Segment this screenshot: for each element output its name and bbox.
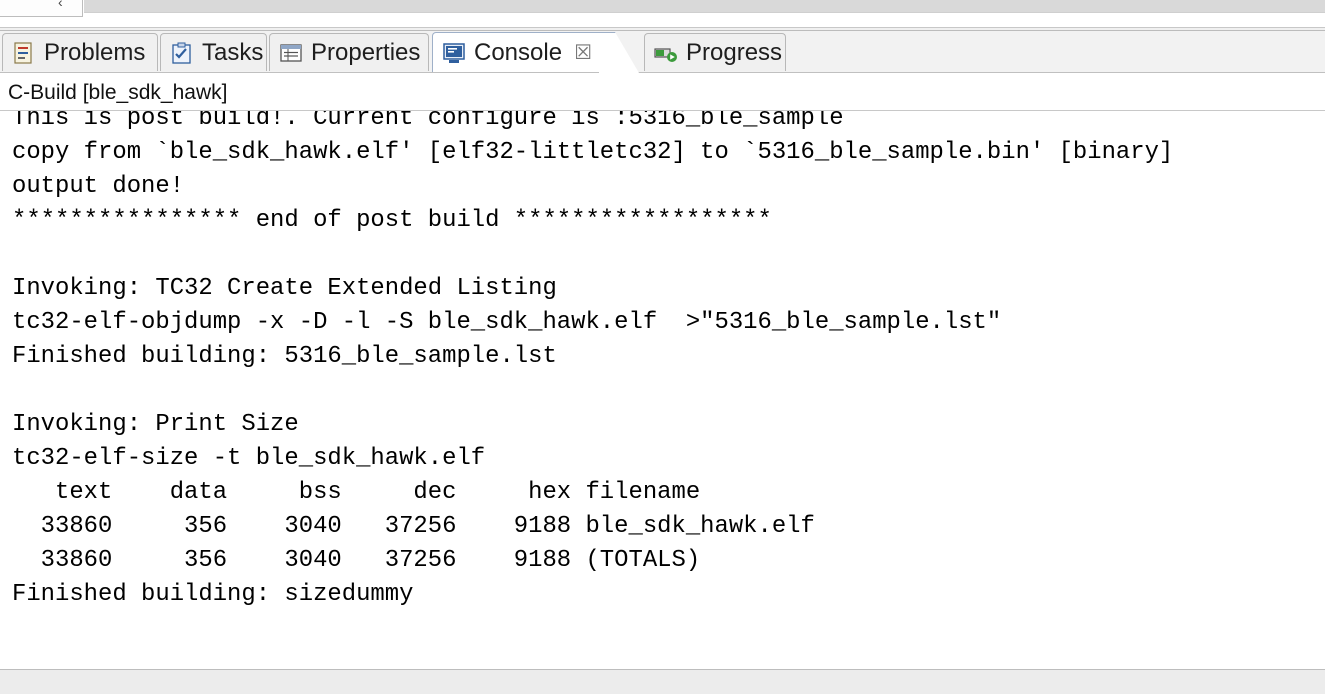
progress-icon	[653, 40, 679, 66]
console-line: This is post build!. Current configure i…	[12, 110, 844, 132]
console-line: 33860 356 3040 37256 9188 ble_sdk_hawk.e…	[12, 513, 815, 540]
console-line: **************** end of post build *****…	[12, 207, 772, 234]
console-line: Finished building: sizedummy	[12, 581, 414, 608]
console-text: This is post build!. Current configure i…	[12, 110, 1174, 612]
tab-bar-divider	[0, 72, 1325, 73]
tab-progress[interactable]: Progress	[644, 33, 786, 71]
properties-icon	[278, 40, 304, 66]
console-icon	[441, 40, 467, 66]
console-line: tc32-elf-size -t ble_sdk_hawk.elf	[12, 445, 486, 472]
tab-label: Properties	[311, 38, 421, 66]
console-line: output done!	[12, 173, 185, 200]
tab-label: Problems	[44, 38, 146, 66]
console-line: Invoking: Print Size	[12, 411, 299, 438]
console-line: text data bss dec hex filename	[12, 479, 701, 506]
tab-tasks[interactable]: Tasks	[160, 33, 267, 71]
view-tab-bar: Problems Tasks Properties Console ☒ Prog…	[0, 31, 1325, 73]
console-line: tc32-elf-objdump -x -D -l -S ble_sdk_haw…	[12, 309, 1002, 336]
horizontal-scrollbar[interactable]	[84, 0, 1325, 13]
console-title: C-Build [ble_sdk_hawk]	[8, 81, 228, 104]
tab-label: Progress	[686, 38, 783, 66]
console-line: Invoking: TC32 Create Extended Listing	[12, 275, 557, 302]
tab-label: Console	[474, 38, 563, 66]
tab-properties[interactable]: Properties	[269, 33, 429, 71]
console-output[interactable]: This is post build!. Current configure i…	[0, 110, 1325, 671]
editor-tab-fragment-text: ‹	[58, 0, 63, 10]
editor-tab-fragment[interactable]: ‹	[0, 0, 83, 17]
divider	[0, 27, 1325, 28]
status-area	[0, 669, 1325, 694]
problems-icon	[11, 40, 37, 66]
tab-console[interactable]: Console ☒	[432, 32, 606, 72]
console-line: 33860 356 3040 37256 9188 (TOTALS)	[12, 547, 701, 574]
tab-problems[interactable]: Problems	[2, 33, 158, 71]
close-icon[interactable]: ☒	[574, 40, 592, 65]
console-line: Finished building: 5316_ble_sample.lst	[12, 343, 557, 370]
editor-area-remnant: ‹	[0, 0, 1325, 28]
tab-label: Tasks	[202, 38, 264, 66]
tasks-icon	[169, 40, 195, 66]
console-line: copy from `ble_sdk_hawk.elf' [elf32-litt…	[12, 139, 1174, 166]
console-view-panel: Problems Tasks Properties Console ☒ Prog…	[0, 30, 1325, 673]
